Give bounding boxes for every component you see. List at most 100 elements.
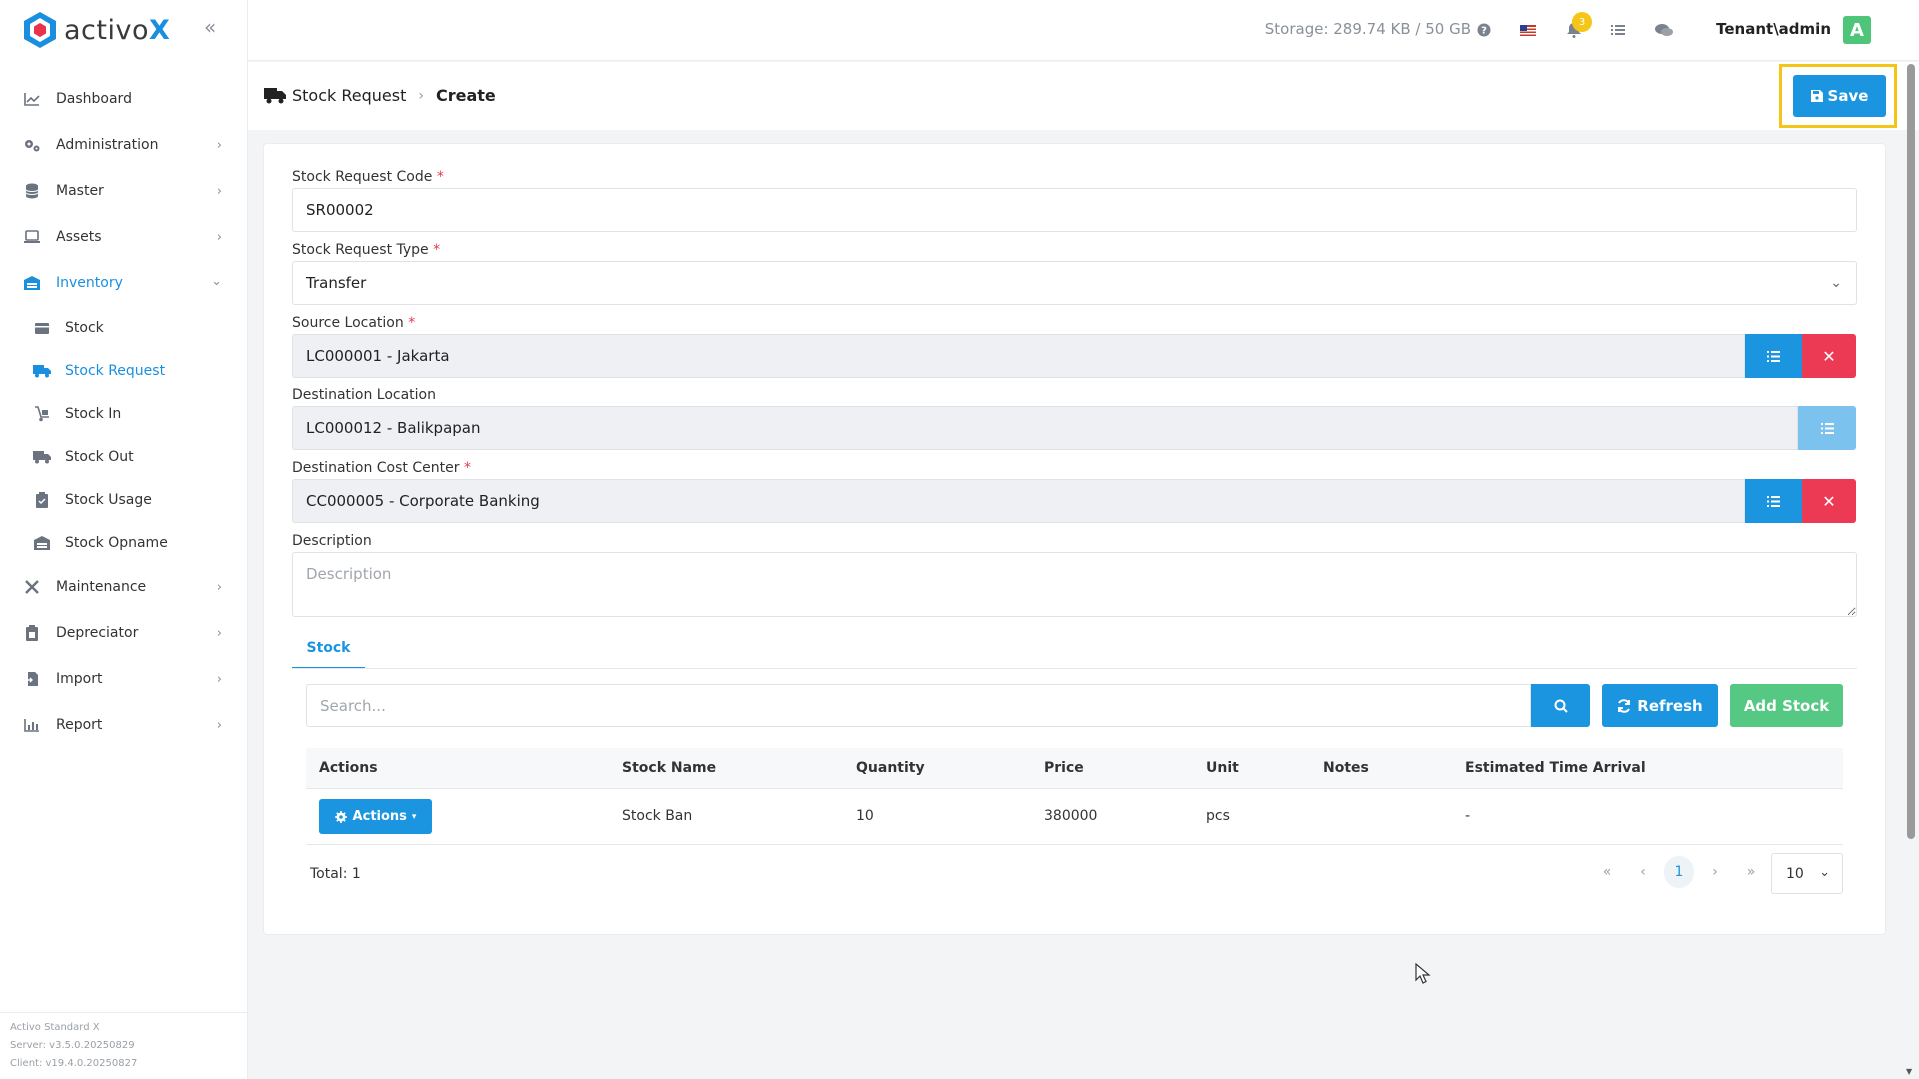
list-icon	[1767, 350, 1780, 362]
first-page-icon[interactable]: «	[1592, 856, 1622, 888]
list-icon	[1820, 422, 1834, 434]
tab-stock[interactable]: Stock	[292, 629, 365, 669]
source-location-lookup-button[interactable]	[1745, 334, 1802, 378]
sidebar-subitem-label: Stock Request	[65, 362, 166, 379]
scroll-down-icon[interactable]: ▼	[1906, 1067, 1912, 1076]
chat-icon[interactable]	[1653, 19, 1675, 41]
notification-bell-icon[interactable]: 3	[1563, 12, 1592, 41]
version-info: Activo Standard X Server: v3.5.0.2025082…	[0, 1012, 248, 1079]
sidebar-item-assets[interactable]: Assets ›	[0, 214, 248, 260]
sidebar-subitem-label: Stock Opname	[65, 534, 168, 551]
chart-icon	[22, 89, 42, 109]
task-list-icon[interactable]	[1607, 19, 1629, 41]
required-mark: *	[408, 315, 416, 331]
gear-icon	[334, 810, 347, 823]
sidebar-item-maintenance[interactable]: Maintenance ›	[0, 564, 248, 610]
cost-center-clear-button[interactable]: ✕	[1802, 479, 1856, 523]
type-label-text: Stock Request Type	[292, 242, 429, 258]
avatar[interactable]: A	[1843, 16, 1871, 44]
app-logo[interactable]: activoX	[22, 10, 170, 50]
clipboard-check-icon	[32, 490, 52, 510]
search-icon	[1554, 699, 1568, 713]
scrollbar-thumb[interactable]	[1907, 64, 1915, 839]
sidebar-item-inventory[interactable]: Inventory ⌄	[0, 260, 248, 306]
chevron-right-icon: ›	[216, 184, 222, 199]
save-button[interactable]: Save	[1793, 75, 1886, 117]
breadcrumb-current: Create	[435, 86, 496, 105]
close-icon: ✕	[1822, 491, 1836, 511]
stock-search-input[interactable]	[306, 684, 1531, 727]
page-size-value: 10	[1786, 865, 1804, 882]
close-icon: ✕	[1822, 346, 1836, 366]
sidebar-subitem-stock[interactable]: Stock	[0, 306, 248, 349]
stock-request-code-field[interactable]: SR00002	[292, 188, 1857, 232]
activo-logo-icon	[24, 12, 56, 48]
destination-label: Destination Location	[292, 387, 436, 403]
user-name[interactable]: Tenant\admin	[1716, 20, 1831, 38]
sidebar-item-label: Dashboard	[56, 91, 132, 107]
sidebar-subitem-label: Stock Out	[65, 448, 134, 465]
cost-center-lookup-button[interactable]	[1745, 479, 1802, 523]
description-textarea[interactable]	[292, 552, 1857, 617]
stock-request-type-select[interactable]: Transfer ⌄	[292, 261, 1857, 305]
cost-center-field[interactable]: CC000005 - Corporate Banking	[292, 479, 1745, 523]
page-number[interactable]: 1	[1664, 856, 1694, 888]
sidebar-subitem-stock-in[interactable]: Stock In	[0, 392, 248, 435]
sidebar-item-label: Import	[56, 671, 103, 687]
chevron-right-icon: ›	[216, 672, 222, 687]
collapse-sidebar-icon[interactable]: «	[204, 17, 224, 38]
brand-name: activo	[64, 14, 149, 46]
svg-text:?: ?	[1481, 26, 1487, 37]
bar-chart-icon	[22, 715, 42, 735]
sidebar-item-report[interactable]: Report ›	[0, 702, 248, 748]
cell-quantity: 10	[856, 808, 874, 824]
sidebar-item-label: Maintenance	[56, 579, 147, 595]
page-size-select[interactable]: 10 ⌄	[1771, 853, 1843, 894]
sidebar-item-label: Inventory	[56, 275, 123, 291]
type-label: Stock Request Type *	[292, 242, 440, 258]
laptop-icon	[22, 227, 42, 247]
sidebar-item-label: Master	[56, 183, 104, 199]
add-stock-button[interactable]: Add Stock	[1730, 684, 1843, 727]
language-flag-icon[interactable]	[1517, 19, 1539, 41]
breadcrumb-parent[interactable]: Stock Request	[292, 86, 406, 105]
next-page-icon[interactable]: ›	[1700, 856, 1730, 888]
prev-page-icon[interactable]: ‹	[1628, 856, 1658, 888]
destination-location-field[interactable]: LC000012 - Balikpapan	[292, 406, 1798, 450]
required-mark: *	[436, 169, 444, 185]
row-actions-dropdown[interactable]: Actions ▾	[319, 799, 432, 834]
warehouse-icon	[32, 533, 52, 553]
sidebar-item-master[interactable]: Master ›	[0, 168, 248, 214]
sidebar-item-label: Administration	[56, 137, 159, 153]
refresh-label: Refresh	[1637, 696, 1703, 715]
chevron-right-icon: ›	[216, 580, 222, 595]
cost-label-text: Destination Cost Center	[292, 460, 460, 476]
chevron-right-icon: ›	[216, 138, 222, 153]
column-header-stock-name: Stock Name	[622, 760, 717, 776]
source-location-clear-button[interactable]: ✕	[1802, 334, 1856, 378]
sidebar-item-administration[interactable]: Administration ›	[0, 122, 248, 168]
sidebar-item-depreciator[interactable]: Depreciator ›	[0, 610, 248, 656]
tools-icon	[22, 577, 42, 597]
sidebar-item-dashboard[interactable]: Dashboard	[0, 76, 248, 122]
destination-location-lookup-button[interactable]	[1798, 406, 1856, 450]
page-scrollbar[interactable]: ▼	[1906, 62, 1916, 1079]
refresh-button[interactable]: Refresh	[1602, 684, 1718, 727]
sidebar-subitem-stock-usage[interactable]: Stock Usage	[0, 478, 248, 521]
search-button[interactable]	[1531, 684, 1590, 727]
last-page-icon[interactable]: »	[1736, 856, 1766, 888]
cell-eta: -	[1465, 808, 1471, 824]
column-header-notes: Notes	[1323, 760, 1369, 776]
sidebar-subitem-stock-request[interactable]: Stock Request	[0, 349, 248, 392]
clipboard-icon	[22, 623, 42, 643]
tab-divider	[292, 668, 1857, 669]
truck-icon	[264, 88, 286, 104]
sidebar-subitem-stock-out[interactable]: Stock Out	[0, 435, 248, 478]
sidebar-item-import[interactable]: Import ›	[0, 656, 248, 702]
source-location-field[interactable]: LC000001 - Jakarta	[292, 334, 1745, 378]
floppy-icon	[1810, 90, 1823, 102]
sidebar-subitem-stock-opname[interactable]: Stock Opname	[0, 521, 248, 564]
help-icon[interactable]: ?	[1473, 19, 1495, 41]
description-label: Description	[292, 533, 372, 549]
save-label: Save	[1827, 87, 1869, 105]
